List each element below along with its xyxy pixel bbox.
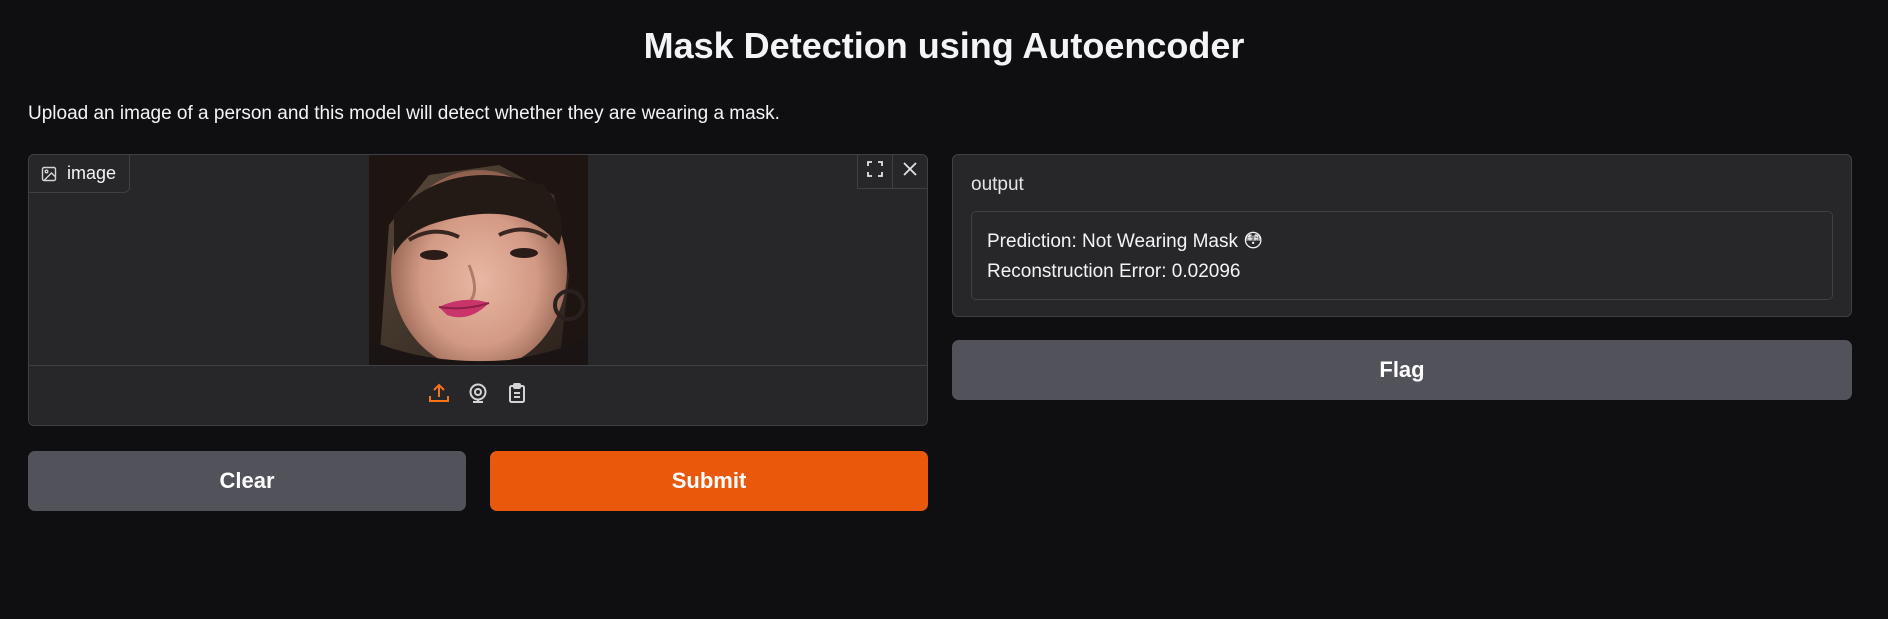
flag-button[interactable]: Flag: [952, 340, 1852, 400]
clear-button[interactable]: Clear: [28, 451, 466, 511]
submit-button[interactable]: Submit: [490, 451, 928, 511]
image-input-panel[interactable]: image: [28, 154, 928, 426]
image-icon: [41, 166, 57, 182]
image-label-text: image: [67, 163, 117, 183]
clipboard-button[interactable]: [505, 382, 529, 409]
page-title: Mask Detection using Autoencoder: [643, 25, 1245, 66]
reconstruction-error-text: Reconstruction Error: 0.02096: [987, 261, 1241, 282]
upload-icon: [428, 382, 450, 409]
webcam-button[interactable]: [466, 382, 490, 409]
image-source-bar: [29, 365, 927, 425]
clipboard-icon: [506, 382, 528, 409]
fullscreen-icon: [866, 160, 884, 183]
prediction-text: Prediction: Not Wearing Mask 😳: [987, 231, 1264, 252]
output-panel: output Prediction: Not Wearing Mask 😳 Re…: [952, 154, 1852, 317]
page-description: Upload an image of a person and this mod…: [28, 103, 780, 124]
output-label: output: [971, 174, 1024, 195]
image-input-label: image: [29, 155, 131, 193]
close-icon: [901, 160, 919, 183]
upload-button[interactable]: [427, 382, 451, 409]
uploaded-image-preview: [369, 155, 588, 366]
image-panel-tools: [857, 155, 927, 189]
output-textbox[interactable]: Prediction: Not Wearing Mask 😳 Reconstru…: [971, 211, 1833, 300]
clear-image-button[interactable]: [892, 155, 927, 189]
fullscreen-button[interactable]: [857, 155, 892, 189]
app-root: Mask Detection using Autoencoder Upload …: [0, 0, 1888, 619]
webcam-icon: [467, 382, 489, 409]
